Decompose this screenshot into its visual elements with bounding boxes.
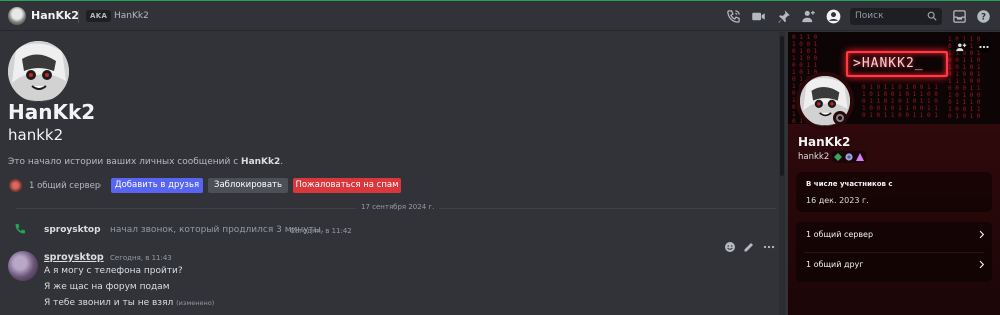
chevron-right-icon (979, 230, 985, 239)
mutual-servers-label: 1 общий сервер (806, 230, 874, 239)
mutual-friends-label: 1 общий друг (806, 260, 864, 269)
intro-text-after: . (280, 157, 284, 167)
mutuals-card: 1 общий сервер 1 общий друг (796, 222, 992, 282)
profile-icon[interactable] (826, 9, 841, 24)
call-event-user[interactable]: sproysktop (44, 225, 101, 235)
more-icon[interactable] (977, 39, 991, 53)
add-member-icon[interactable] (801, 9, 816, 24)
message-avatar[interactable] (8, 251, 38, 281)
mutual-friends-row[interactable]: 1 общий друг (806, 255, 986, 275)
row-divider (804, 252, 984, 253)
member-since-card: В числе участников с 16 дек. 2023 г. (796, 172, 992, 212)
intro-text-name: HanKk2 (241, 157, 281, 167)
mutual-servers-row[interactable]: 1 общий сервер (806, 225, 986, 245)
header-divider (78, 10, 79, 23)
message-line: Я тебе звонил и ты не взял (изменено) (44, 298, 214, 308)
header-alias: HanKk2 (114, 11, 149, 21)
member-since-value: 16 дек. 2023 г. (806, 196, 869, 205)
nitro-badge-icon[interactable] (845, 153, 853, 161)
date-divider-label: 17 сентября 2024 г. (356, 203, 440, 211)
offline-status-indicator (833, 111, 847, 125)
intro-username: hankk2 (8, 126, 64, 144)
profile-username[interactable]: hankk2 (798, 152, 829, 162)
aka-tag: AKA (86, 10, 112, 22)
profile-badges (832, 151, 866, 163)
emoji-icon[interactable] (724, 241, 736, 253)
message-actions-toolbar (719, 236, 779, 258)
profile-display-name: HanKk2 (798, 135, 851, 149)
add-friend-icon[interactable] (954, 39, 968, 53)
inbox-icon[interactable] (952, 9, 967, 24)
phone-icon (15, 224, 25, 234)
header-avatar[interactable] (8, 7, 26, 25)
edited-label: (изменено) (176, 299, 215, 307)
video-icon[interactable] (751, 9, 766, 24)
intro-description: Это начало истории ваших личных сообщени… (8, 157, 283, 167)
report-spam-button[interactable]: Пожаловаться на спам (293, 178, 401, 193)
banner-text: >HANKK2_ (853, 56, 924, 71)
search-icon (927, 11, 937, 21)
intro-text-before: Это начало истории ваших личных сообщени… (8, 157, 242, 167)
chat-scrollbar-thumb[interactable] (780, 36, 784, 176)
message-line: Я же щас на форум подам (44, 282, 170, 292)
block-button[interactable]: Заблокировать (208, 178, 288, 193)
pin-icon[interactable] (776, 9, 791, 24)
dot-separator (98, 184, 101, 187)
more-icon[interactable] (763, 241, 775, 253)
intro-avatar (8, 41, 69, 102)
phone-icon[interactable] (726, 9, 741, 24)
search-input[interactable]: Поиск (850, 8, 942, 25)
member-since-label: В числе участников с (806, 180, 893, 188)
quest-badge-icon[interactable] (856, 153, 864, 161)
search-placeholder: Поиск (855, 11, 884, 21)
header-title[interactable]: HanKk2 (31, 9, 79, 22)
intro-display-name: HanKk2 (8, 100, 96, 124)
message-timestamp[interactable]: Сегодня, в 11:43 (110, 254, 172, 262)
add-friend-button[interactable]: Добавить в друзья (111, 178, 203, 193)
mutual-server-icon[interactable] (9, 179, 22, 192)
profile-panel: 0 1 1 0 1 0 0 1 0 1 0 1 1 1 0 0 0 0 1 1 … (788, 32, 1000, 315)
hypesquad-badge-icon[interactable] (834, 153, 842, 161)
message-author[interactable]: sproysktop (44, 252, 104, 263)
chat-area: HanKk2 hankk2 Это начало истории ваших л… (0, 32, 785, 315)
call-event-time[interactable]: Сегодня, в 11:42 (290, 227, 352, 235)
chevron-right-icon (979, 260, 985, 269)
svg-text:?: ? (981, 13, 986, 23)
mutual-servers-link[interactable]: 1 общий сервер (29, 181, 100, 191)
help-icon[interactable]: ? (976, 9, 991, 24)
edit-icon[interactable] (743, 241, 755, 253)
channel-header: HanKk2 AKA HanKk2 Поиск ? (0, 1, 1000, 31)
message-line: А я могу с телефона пройти? (44, 266, 183, 276)
message-line-text: Я тебе звонил и ты не взял (44, 298, 174, 308)
banner-neon-sign: >HANKK2_ (846, 51, 948, 77)
